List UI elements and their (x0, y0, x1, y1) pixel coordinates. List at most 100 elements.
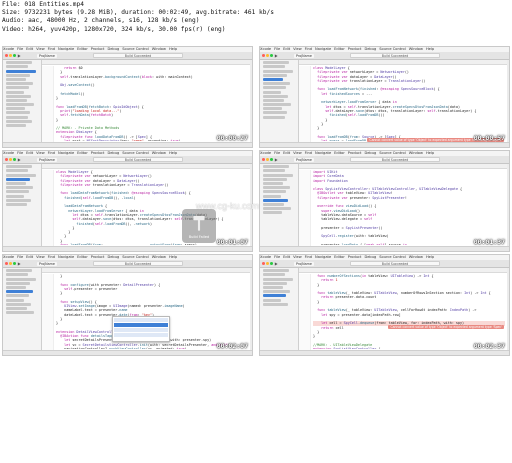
menu-item[interactable]: Editor (334, 255, 345, 259)
menu-item[interactable]: File (274, 151, 280, 155)
menu-item[interactable]: Product (91, 255, 105, 259)
zoom-icon[interactable] (270, 158, 273, 161)
menu-item[interactable]: Find (48, 47, 55, 51)
menu-item[interactable]: Help (169, 47, 177, 51)
close-icon[interactable] (5, 158, 8, 161)
zoom-icon[interactable] (13, 54, 16, 57)
menu-item[interactable]: Xcode (3, 47, 14, 51)
error-annotation[interactable]: Cannot convert value of type 'Object' to… (388, 325, 504, 330)
thumbnail-2[interactable]: Xcode File Edit View Find Navigate Editor Produ… (259, 46, 510, 148)
menu-item[interactable]: Debug (364, 255, 376, 259)
code-editor[interactable]: import UIKit import CoreData import Foun… (299, 164, 507, 247)
menu-item[interactable]: Navigate (58, 47, 74, 51)
run-icon[interactable] (17, 53, 21, 58)
menu-item[interactable]: Xcode (260, 151, 271, 155)
project-navigator[interactable] (3, 268, 42, 351)
menu-item[interactable]: Help (169, 255, 177, 259)
run-icon[interactable] (274, 157, 278, 162)
minimize-icon[interactable] (9, 54, 12, 57)
menu-item[interactable]: Window (152, 47, 166, 51)
menu-item[interactable]: Edit (26, 255, 33, 259)
menu-item[interactable]: View (36, 47, 45, 51)
code-editor[interactable]: return $0 } self.translationLayer.backgr… (42, 60, 250, 143)
menu-item[interactable]: Help (426, 255, 434, 259)
menu-item[interactable]: Window (152, 255, 166, 259)
zoom-icon[interactable] (13, 158, 16, 161)
menu-item[interactable]: Product (91, 47, 105, 51)
menu-item[interactable]: Find (48, 255, 55, 259)
project-navigator[interactable] (260, 164, 299, 247)
menu-item[interactable]: Product (348, 151, 362, 155)
menu-item[interactable]: Edit (26, 47, 33, 51)
menu-item[interactable]: Product (348, 255, 362, 259)
thumbnail-5[interactable]: Xcode File Edit View Find Navigate Editor Produ… (2, 254, 253, 356)
run-icon[interactable] (17, 261, 21, 266)
code-editor[interactable]: func numberOfSections(in tableView: UITa… (299, 268, 507, 351)
run-icon[interactable] (274, 53, 278, 58)
menu-item[interactable]: Navigate (315, 47, 331, 51)
menu-item[interactable]: Window (409, 255, 423, 259)
scheme-selector[interactable]: ProjName (37, 261, 57, 266)
menu-item[interactable]: Debug (107, 255, 119, 259)
menu-item[interactable]: Xcode (3, 255, 14, 259)
scheme-selector[interactable]: ProjName (294, 157, 314, 162)
menu-item[interactable]: Editor (334, 151, 345, 155)
menu-item[interactable]: Editor (77, 47, 88, 51)
thumbnail-6[interactable]: Xcode File Edit View Find Navigate Editor Produ… (259, 254, 510, 356)
project-navigator[interactable] (260, 60, 299, 143)
menu-item[interactable]: Xcode (3, 151, 14, 155)
menu-item[interactable]: Navigate (58, 151, 74, 155)
menu-item[interactable]: Window (152, 151, 166, 155)
minimize-icon[interactable] (266, 158, 269, 161)
menu-item[interactable]: Help (426, 151, 434, 155)
menu-item[interactable]: Window (409, 151, 423, 155)
menu-item[interactable]: Editor (334, 47, 345, 51)
close-icon[interactable] (5, 262, 8, 265)
scheme-selector[interactable]: ProjName (294, 53, 314, 58)
menu-item[interactable]: Find (48, 151, 55, 155)
menu-item[interactable]: Xcode (260, 255, 271, 259)
menu-item[interactable]: Help (426, 47, 434, 51)
menu-item[interactable]: File (274, 47, 280, 51)
menu-item[interactable]: View (36, 255, 45, 259)
menu-item[interactable]: Debug (364, 151, 376, 155)
menu-item[interactable]: Navigate (58, 255, 74, 259)
close-icon[interactable] (262, 158, 265, 161)
menu-item[interactable]: Edit (283, 151, 290, 155)
menu-item[interactable]: File (274, 255, 280, 259)
menu-item[interactable]: Find (305, 47, 312, 51)
menu-item[interactable]: Navigate (315, 151, 331, 155)
zoom-icon[interactable] (270, 54, 273, 57)
menu-item[interactable]: Window (409, 47, 423, 51)
minimize-icon[interactable] (9, 262, 12, 265)
thumbnail-4[interactable]: Xcode File Edit View Find Navigate Editor Produ… (259, 150, 510, 252)
menu-item[interactable]: Edit (283, 47, 290, 51)
close-icon[interactable] (5, 54, 8, 57)
menu-item[interactable]: Source Control (379, 255, 405, 259)
thumbnail-1[interactable]: Xcode File Edit View Find Navigate Editor Produ… (2, 46, 253, 148)
minimize-icon[interactable] (266, 54, 269, 57)
menu-item[interactable]: File (17, 151, 23, 155)
close-icon[interactable] (262, 262, 265, 265)
menu-item[interactable]: Source Control (122, 151, 148, 155)
menu-item[interactable]: Navigate (315, 255, 331, 259)
project-navigator[interactable] (260, 268, 299, 351)
code-editor[interactable]: } func configure(with presenter: DetailP… (42, 268, 250, 351)
menu-item[interactable]: File (17, 47, 23, 51)
menu-item[interactable]: File (17, 255, 23, 259)
menu-item[interactable]: Help (169, 151, 177, 155)
scheme-selector[interactable]: ProjName (37, 53, 57, 58)
minimize-icon[interactable] (266, 262, 269, 265)
menu-item[interactable]: Debug (364, 47, 376, 51)
menu-item[interactable]: Find (305, 255, 312, 259)
menu-item[interactable]: Edit (283, 255, 290, 259)
close-icon[interactable] (262, 54, 265, 57)
scheme-selector[interactable]: ProjName (37, 157, 57, 162)
menu-item[interactable]: Find (305, 151, 312, 155)
run-icon[interactable] (274, 261, 278, 266)
menu-item[interactable]: Editor (77, 151, 88, 155)
menu-item[interactable]: Edit (26, 151, 33, 155)
menu-item[interactable]: Source Control (122, 47, 148, 51)
menu-item[interactable]: View (36, 151, 45, 155)
menu-item[interactable]: Product (91, 151, 105, 155)
